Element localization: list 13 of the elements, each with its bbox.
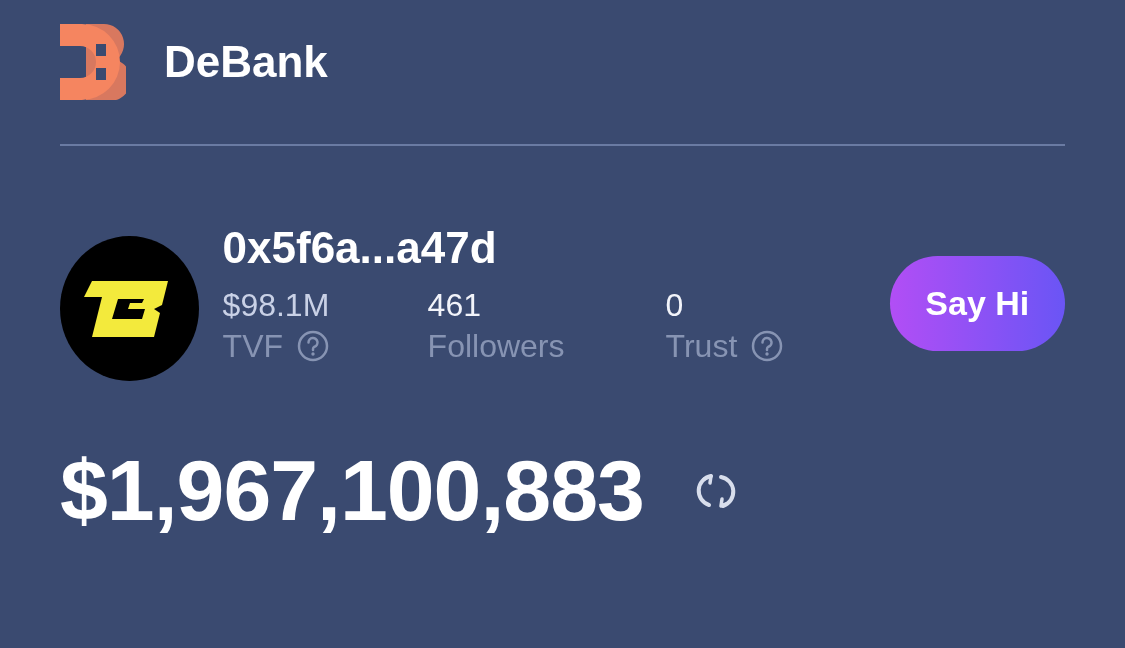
stat-label: TVF — [222, 327, 283, 365]
say-hi-button[interactable]: Say Hi — [889, 256, 1065, 351]
help-icon[interactable] — [297, 330, 329, 362]
stat-value: 461 — [427, 286, 482, 324]
stat-label: Followers — [427, 327, 565, 365]
total-balance: $1,967,100,883 — [60, 441, 644, 540]
wallet-address: 0x5f6a...a47d — [222, 222, 498, 273]
brand-name: DeBank — [164, 37, 328, 87]
stat-value: $98.1M — [222, 286, 331, 324]
help-icon[interactable] — [751, 330, 784, 362]
logo-icon — [60, 24, 126, 100]
stat-label: Trust — [665, 327, 738, 365]
stat-value: 0 — [665, 286, 685, 324]
